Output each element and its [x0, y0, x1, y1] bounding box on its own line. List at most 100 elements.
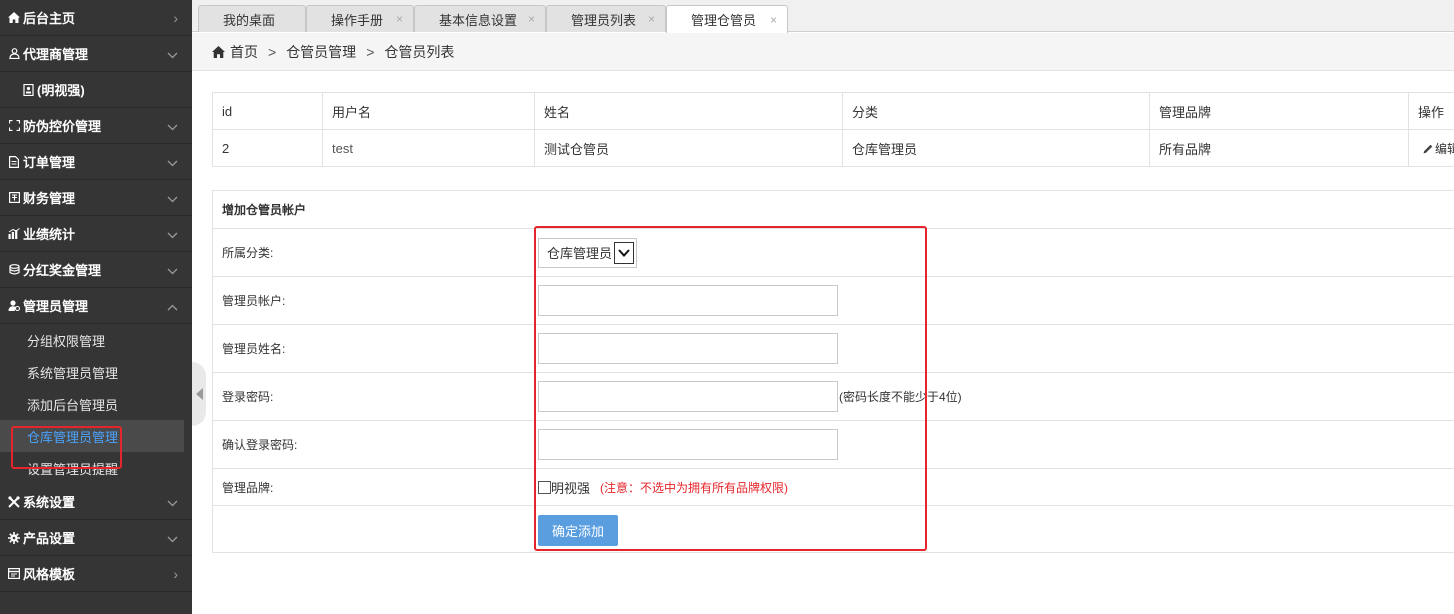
column-header-name: 姓名 — [534, 92, 843, 130]
chevron-down-icon — [167, 190, 178, 206]
warehouse-admin-table: id 用户名 姓名 分类 管理品牌 操作 2 test 测试仓管员 仓库管理员 … — [212, 92, 1454, 167]
sidebar-collapse-handle[interactable] — [192, 362, 206, 426]
tab-label: 操作手册 — [331, 12, 384, 28]
table-row: 2 test 测试仓管员 仓库管理员 所有品牌 编辑 — [212, 129, 1454, 167]
menu-agent-management[interactable]: 代理商管理 — [0, 36, 192, 72]
tab-my-desktop[interactable]: 我的桌面 — [198, 5, 306, 32]
menu-dividend-label: 分红奖金管理 — [23, 263, 102, 278]
tab-basic-info[interactable]: 基本信息设置 × — [414, 5, 546, 32]
tab-label: 管理员列表 — [571, 12, 637, 28]
category-label: 所属分类: — [222, 246, 274, 260]
tab-label: 基本信息设置 — [439, 12, 518, 28]
menu-finance-label: 财务管理 — [23, 191, 76, 206]
tab-label: 管理仓管员 — [691, 13, 757, 28]
chevron-down-icon — [167, 46, 178, 62]
sidebar: 后台主页 › 代理商管理 (明视强) 防伪控价管理 订单管理 财务管理 业绩统计… — [0, 0, 192, 614]
chevron-down-icon — [167, 530, 178, 546]
account-label: 管理员帐户: — [222, 294, 286, 308]
menu-agent-label: 代理商管理 — [23, 47, 89, 62]
menu-dividend-bonus[interactable]: 分红奖金管理 — [0, 252, 192, 288]
home-icon — [8, 12, 20, 24]
tab-label: 我的桌面 — [223, 12, 276, 28]
cell-brand: 所有品牌 — [1149, 129, 1409, 167]
menu-product-label: 产品设置 — [23, 531, 76, 546]
breadcrumb-separator: > — [366, 43, 375, 60]
pencil-icon — [1423, 145, 1433, 154]
edit-label: 编辑 — [1435, 141, 1454, 156]
submenu-system-admins[interactable]: 系统管理员管理 — [0, 356, 192, 388]
chevron-up-icon — [167, 298, 178, 314]
chevron-down-icon — [167, 226, 178, 242]
table-header-row: id 用户名 姓名 分类 管理品牌 操作 — [212, 92, 1454, 130]
menu-performance-label: 业绩统计 — [23, 227, 76, 242]
column-header-username: 用户名 — [322, 92, 535, 130]
highlight-box-sidebar — [11, 426, 122, 469]
gear-icon — [8, 531, 20, 544]
menu-brand-label: (明视强) — [37, 83, 85, 98]
chevron-down-icon — [167, 118, 178, 134]
close-icon[interactable]: × — [770, 13, 777, 27]
cell-category: 仓库管理员 — [842, 129, 1150, 167]
submenu-group-permissions[interactable]: 分组权限管理 — [0, 324, 192, 356]
menu-admin-label: 管理员管理 — [23, 299, 89, 314]
menu-brand-mingshiqiang[interactable]: (明视强) — [0, 72, 192, 108]
tab-manual[interactable]: 操作手册 × — [306, 5, 414, 32]
submenu-add-admin[interactable]: 添加后台管理员 — [0, 388, 192, 420]
chevron-down-icon — [167, 262, 178, 278]
column-header-category: 分类 — [842, 92, 1150, 130]
column-header-brand: 管理品牌 — [1149, 92, 1409, 130]
scan-icon — [8, 120, 20, 132]
close-icon[interactable]: × — [396, 12, 403, 26]
tools-icon — [8, 495, 20, 508]
window-icon — [8, 568, 20, 580]
database-icon — [8, 264, 20, 276]
brand-label: 管理品牌: — [222, 480, 274, 495]
menu-home-label: 后台主页 — [23, 11, 76, 26]
tab-admin-list[interactable]: 管理员列表 × — [546, 5, 666, 32]
menu-home[interactable]: 后台主页 › — [0, 0, 192, 36]
menu-product-settings[interactable]: 产品设置 — [0, 520, 192, 556]
cell-id: 2 — [212, 129, 323, 167]
form-title: 增加仓管员帐户 — [213, 191, 1454, 229]
cell-name: 测试仓管员 — [534, 129, 843, 167]
chevron-down-icon — [167, 494, 178, 510]
close-icon[interactable]: × — [648, 12, 655, 26]
password-label: 登录密码: — [222, 390, 274, 404]
menu-system-label: 系统设置 — [23, 495, 76, 510]
breadcrumb: 首页 > 仓管员管理 > 仓管员列表 — [192, 33, 1454, 71]
user-icon — [8, 48, 20, 60]
tab-manage-warehouse-admin[interactable]: 管理仓管员 × — [666, 5, 788, 33]
name-label: 管理员姓名: — [222, 342, 286, 356]
chevron-right-icon: › — [173, 565, 178, 582]
confirm-password-label: 确认登录密码: — [222, 438, 298, 452]
close-icon[interactable]: × — [528, 12, 535, 26]
menu-anti-counterfeit-label: 防伪控价管理 — [23, 119, 102, 134]
cell-actions: 编辑 — [1408, 129, 1454, 167]
bar-chart-icon — [8, 228, 20, 240]
tab-bar: 我的桌面 操作手册 × 基本信息设置 × 管理员列表 × 管理仓管员 × — [192, 0, 1454, 33]
column-header-actions: 操作 — [1408, 92, 1454, 130]
menu-system-settings[interactable]: 系统设置 — [0, 484, 192, 520]
breadcrumb-level1[interactable]: 仓管员管理 — [286, 42, 356, 62]
edit-link[interactable]: 编辑 — [1423, 142, 1454, 156]
menu-anti-counterfeit[interactable]: 防伪控价管理 — [0, 108, 192, 144]
home-icon — [212, 45, 225, 58]
file-icon — [8, 155, 20, 168]
menu-admin-management[interactable]: 管理员管理 — [0, 288, 192, 324]
cell-username: test — [322, 129, 535, 167]
column-header-id: id — [212, 92, 323, 130]
caret-left-icon — [195, 388, 203, 400]
menu-orders[interactable]: 订单管理 — [0, 144, 192, 180]
menu-performance-stats[interactable]: 业绩统计 — [0, 216, 192, 252]
menu-orders-label: 订单管理 — [23, 155, 76, 170]
chevron-right-icon: › — [173, 9, 178, 26]
admin-icon — [8, 300, 20, 312]
breadcrumb-separator: > — [268, 43, 277, 60]
highlight-box-form — [534, 226, 927, 551]
badge-icon — [22, 83, 34, 96]
ledger-icon — [8, 192, 20, 204]
menu-style-templates[interactable]: 风格模板 › — [0, 556, 192, 592]
breadcrumb-home[interactable]: 首页 — [230, 42, 258, 62]
menu-style-label: 风格模板 — [23, 567, 76, 582]
menu-finance[interactable]: 财务管理 — [0, 180, 192, 216]
